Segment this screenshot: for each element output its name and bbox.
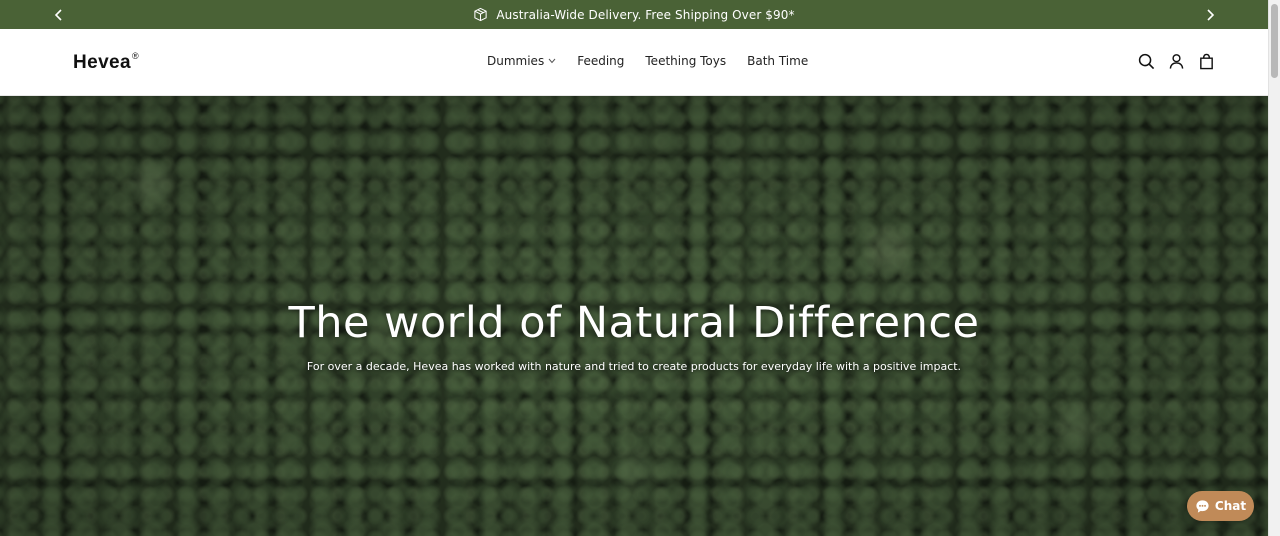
- nav-item-teething-toys[interactable]: Teething Toys: [645, 54, 726, 68]
- chat-bubble-icon: [1196, 499, 1209, 513]
- page-scrollbar[interactable]: [1268, 0, 1280, 536]
- nav-item-dummies[interactable]: Dummies: [487, 54, 556, 68]
- nav-item-feeding[interactable]: Feeding: [577, 54, 624, 68]
- announcement-next-button[interactable]: [1201, 6, 1219, 24]
- logo[interactable]: Hevea®: [73, 50, 140, 74]
- chat-label: Chat: [1214, 499, 1247, 513]
- registered-mark: ®: [132, 50, 140, 61]
- chevron-right-icon: [1207, 9, 1215, 21]
- search-icon: [1138, 53, 1154, 69]
- box-icon: [474, 7, 488, 22]
- nav-item-label: Dummies: [487, 54, 545, 68]
- scrollbar-thumb[interactable]: [1271, 4, 1278, 78]
- nav-item-label: Bath Time: [747, 54, 809, 68]
- announcement-text: Australia-Wide Delivery. Free Shipping O…: [496, 7, 795, 22]
- hero-title: The world of Natural Difference: [288, 298, 980, 348]
- nav-item-bath-time[interactable]: Bath Time: [747, 54, 808, 68]
- account-button[interactable]: [1167, 52, 1185, 70]
- cart-button[interactable]: [1197, 52, 1215, 70]
- cart-icon: [1199, 53, 1213, 69]
- hero-banner: The world of Natural Difference For over…: [0, 96, 1268, 536]
- account-icon: [1169, 53, 1183, 69]
- hero-subtitle: For over a decade, Hevea has worked with…: [306, 360, 962, 373]
- nav-item-label: Teething Toys: [645, 54, 727, 68]
- site-header: Hevea® Dummies Feeding Teething Toys Bat…: [0, 29, 1268, 96]
- announcement-prev-button[interactable]: [50, 6, 68, 24]
- page: Australia-Wide Delivery. Free Shipping O…: [0, 0, 1268, 536]
- hero-content: The world of Natural Difference For over…: [0, 96, 1268, 536]
- nav-item-label: Feeding: [577, 54, 625, 68]
- chevron-left-icon: [54, 9, 62, 21]
- logo-text: Hevea: [73, 52, 131, 73]
- chat-button[interactable]: Chat: [1187, 491, 1254, 521]
- announcement-message[interactable]: Australia-Wide Delivery. Free Shipping O…: [473, 7, 795, 22]
- chevron-down-icon: [548, 58, 556, 64]
- search-button[interactable]: [1137, 52, 1155, 70]
- header-icons: [1137, 52, 1215, 70]
- announcement-bar: Australia-Wide Delivery. Free Shipping O…: [0, 0, 1268, 29]
- main-nav: Dummies Feeding Teething Toys Bath Time: [487, 54, 808, 68]
